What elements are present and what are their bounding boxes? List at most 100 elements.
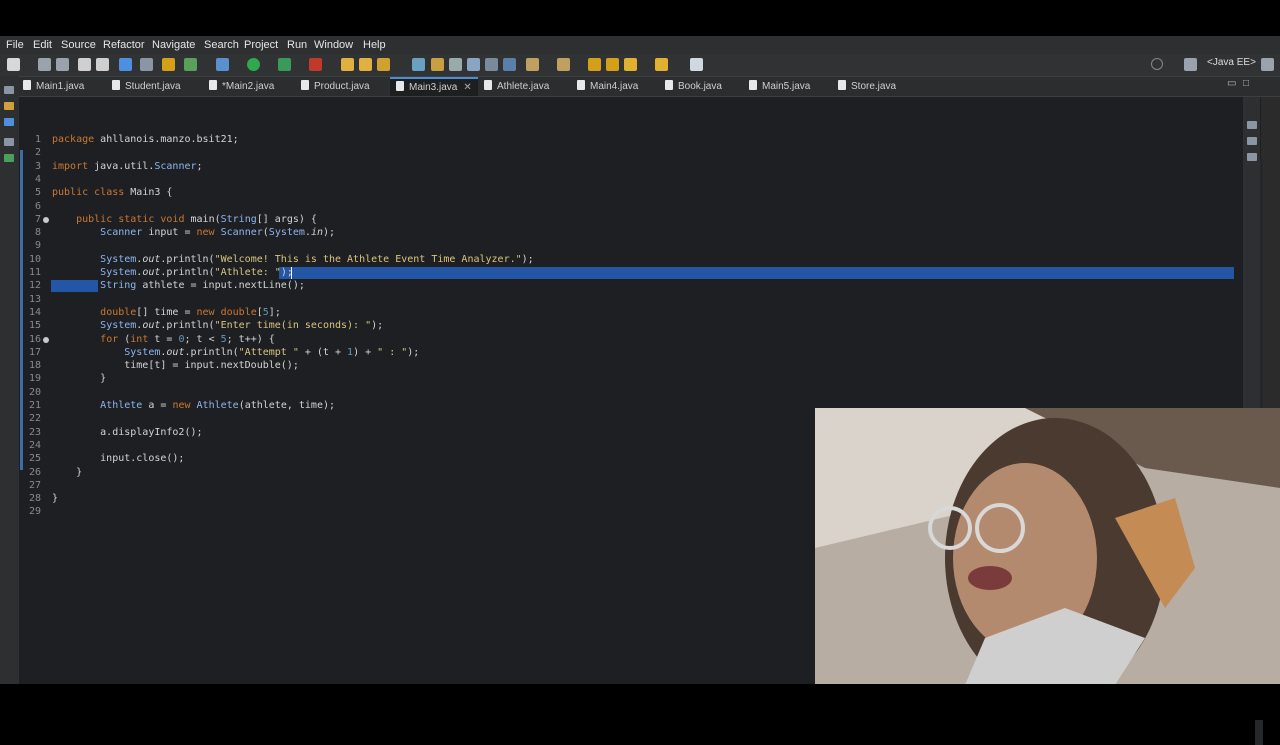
menu-window[interactable]: Window — [314, 39, 353, 51]
run-icon[interactable] — [247, 58, 260, 71]
code-line: Scanner input = new Scanner(System.in); — [100, 227, 336, 239]
tab-product[interactable]: Product.java — [301, 77, 370, 96]
tab-label: Student.java — [125, 81, 181, 92]
redo-icon[interactable] — [96, 58, 109, 71]
menu-run[interactable]: Run — [287, 39, 307, 51]
toolbar: <Java EE> — [0, 54, 1280, 77]
menu-file[interactable]: File — [6, 39, 24, 51]
webcam-overlay — [815, 408, 1280, 685]
block-select-icon[interactable] — [485, 58, 498, 71]
code-line: System.out.println("Welcome! This is the… — [100, 253, 534, 265]
forward-edit-icon[interactable] — [606, 58, 619, 71]
new-icon[interactable] — [7, 58, 20, 71]
tab-label: Book.java — [678, 81, 722, 92]
code-line: } — [52, 373, 107, 385]
save-icon[interactable] — [38, 58, 51, 71]
java-file-icon — [665, 80, 673, 90]
text-caret — [291, 267, 292, 279]
code-line: public class Main3 { — [52, 187, 173, 199]
back-icon[interactable] — [624, 58, 637, 71]
mark-icon[interactable] — [449, 58, 462, 71]
open-perspective-icon[interactable] — [1184, 58, 1197, 71]
next-annotation-icon[interactable] — [526, 58, 539, 71]
tab-book[interactable]: Book.java — [665, 77, 722, 96]
tab-athlete[interactable]: Athlete.java — [484, 77, 549, 96]
back-edit-icon[interactable] — [588, 58, 601, 71]
menu-navigate[interactable]: Navigate — [152, 39, 195, 51]
open-folder-icon[interactable] — [341, 58, 354, 71]
java-file-icon — [396, 81, 404, 91]
search-icon[interactable] — [1151, 58, 1163, 70]
tab-label: Main4.java — [590, 81, 639, 92]
tab-label: *Main2.java — [222, 81, 275, 92]
package-explorer-icon[interactable] — [4, 102, 14, 110]
editor-tab-bar: Main1.java Student.java *Main2.java Prod… — [19, 77, 1280, 97]
server-icon[interactable] — [162, 58, 175, 71]
minimized-view-icon[interactable] — [4, 86, 14, 94]
perspective-java-ee[interactable]: <Java EE> — [1207, 57, 1256, 68]
undo-icon[interactable] — [78, 58, 91, 71]
java-file-icon — [749, 80, 757, 90]
tab-main1[interactable]: Main1.java — [23, 77, 84, 96]
java-file-icon — [112, 80, 120, 90]
java-file-icon — [23, 80, 31, 90]
java-file-icon — [301, 80, 309, 90]
menu-help[interactable]: Help — [363, 39, 386, 51]
java-file-icon — [209, 80, 217, 90]
annotation-icon[interactable] — [431, 58, 444, 71]
external-tools-icon[interactable] — [309, 58, 322, 71]
tab-label: Store.java — [851, 81, 897, 92]
save-all-icon[interactable] — [56, 58, 69, 71]
debug-icon[interactable] — [216, 58, 229, 71]
refresh-icon[interactable] — [184, 58, 197, 71]
code-line: String athlete = input.nextLine(); — [100, 280, 305, 292]
tab-store[interactable]: Store.java — [838, 77, 896, 96]
java-file-icon — [577, 80, 585, 90]
tab-main3[interactable]: Main3.java ✕ — [390, 77, 478, 96]
code-line: } — [52, 466, 83, 478]
open-project-icon[interactable] — [359, 58, 372, 71]
tab-label: Main1.java — [36, 81, 85, 92]
tab-main5[interactable]: Main5.java — [749, 77, 810, 96]
tab-student[interactable]: Student.java — [112, 77, 181, 96]
java-file-icon — [838, 80, 846, 90]
tab-label: Athlete.java — [497, 81, 550, 92]
terminal-icon[interactable] — [119, 58, 132, 71]
new-package-icon[interactable] — [377, 58, 390, 71]
skip-breakpoints-icon[interactable] — [140, 58, 153, 71]
menu-source[interactable]: Source — [61, 39, 96, 51]
code-line: input.close(); — [52, 453, 185, 465]
outline-view-icon[interactable] — [1247, 153, 1257, 161]
menu-project[interactable]: Project — [244, 39, 278, 51]
close-icon[interactable]: ✕ — [463, 82, 471, 93]
code-line: time[t] = input.nextDouble(); — [52, 360, 299, 372]
code-line: import java.util.Scanner; — [52, 160, 203, 172]
code-line: for (int t = 0; t < 5; t++) { — [100, 333, 275, 345]
java-file-icon — [484, 80, 492, 90]
hierarchy-icon[interactable] — [4, 154, 14, 162]
maximize-icon[interactable]: □ — [1243, 78, 1249, 89]
tab-main2[interactable]: *Main2.java — [209, 77, 274, 96]
restore-view-icon[interactable] — [1247, 121, 1257, 129]
forward-icon[interactable] — [655, 58, 668, 71]
minimize-icon[interactable]: ▭ — [1227, 78, 1236, 89]
menu-search[interactable]: Search — [204, 39, 239, 51]
code-line: System.out.println("Enter time(in second… — [100, 320, 384, 332]
restore-icon[interactable] — [4, 138, 14, 146]
menu-edit[interactable]: Edit — [33, 39, 52, 51]
perspective-switch-icon[interactable] — [1261, 58, 1274, 71]
prev-annotation-icon[interactable] — [557, 58, 570, 71]
outline-icon[interactable] — [4, 118, 14, 126]
tab-main4[interactable]: Main4.java — [577, 77, 638, 96]
menu-refactor[interactable]: Refactor — [103, 39, 145, 51]
code-line: package ahllanois.manzo.bsit21; — [52, 134, 239, 145]
task-list-icon[interactable] — [1247, 137, 1257, 145]
pin-editor-icon[interactable] — [690, 58, 703, 71]
tab-label: Main3.java — [409, 82, 458, 93]
coverage-icon[interactable] — [278, 58, 291, 71]
code-line: double[] time = new double[5]; — [100, 306, 281, 318]
search-tool-icon[interactable] — [412, 58, 425, 71]
whitespace-icon[interactable] — [503, 58, 516, 71]
toggle-icon[interactable] — [467, 58, 480, 71]
code-line: public static void main(String[] args) { — [76, 213, 317, 225]
